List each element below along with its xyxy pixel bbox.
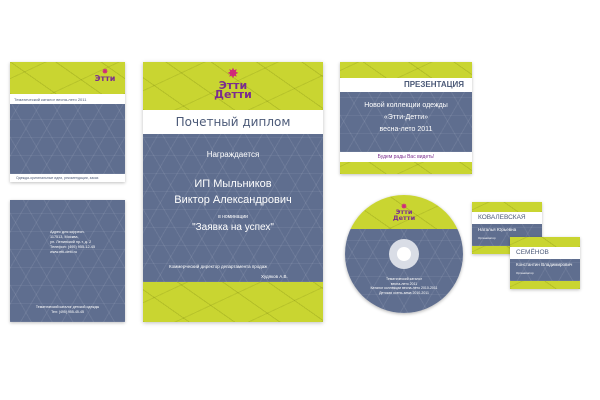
card1-surname-band: КОВАЛЕВСКАЯ <box>472 212 542 224</box>
diploma-name-2: Виктор Александрович <box>174 194 292 206</box>
presentation-card: ПРЕЗЕНТАЦИЯ Новой коллекции одежды «Этти… <box>340 62 472 174</box>
diploma-nomination-label: в номинации <box>218 214 248 220</box>
presentation-top <box>340 62 472 78</box>
catalog-subtitle: Тематический каталог весна-лето 2011 <box>14 97 87 102</box>
diploma-nomination: "Заявка на успех" <box>192 222 274 233</box>
catalog-back-address: Адрес для корресп. 117513, Москва, ул. Л… <box>50 230 95 255</box>
diploma-logo: ✸ Этти Детти <box>214 66 252 102</box>
presentation-footer: Будем рады Вас видеть! <box>377 154 435 160</box>
presentation-header-band: ПРЕЗЕНТАЦИЯ <box>340 78 472 92</box>
card1-top <box>472 202 542 212</box>
card1-role: Организатор <box>478 236 496 240</box>
card2-role: Организатор <box>516 271 534 275</box>
cd-logo: ✸ Этти Детти <box>392 202 416 223</box>
catalog-back: Адрес для корресп. 117513, Москва, ул. Л… <box>10 200 125 322</box>
card2-top <box>510 237 580 247</box>
diploma-awarded: Награждается <box>206 150 260 159</box>
diploma-name-1: ИП Мыльников <box>194 178 272 190</box>
diploma-logo-bottom: Детти <box>214 88 252 102</box>
card2-bottom <box>510 281 580 289</box>
diploma-body: Награждается ИП Мыльников Виктор Алексан… <box>143 134 323 282</box>
catalog-footer: Одежда-оригинальные идеи, рекомендации, … <box>16 176 99 180</box>
cd-hole <box>397 247 411 261</box>
cd-logo-bottom: Детти <box>392 214 416 223</box>
catalog-cover: ✸ Этти Тематический каталог весна-лето 20… <box>10 62 125 182</box>
presentation-header: ПРЕЗЕНТАЦИЯ <box>403 80 464 89</box>
diploma-signature-title: Коммерческий директор департамента прода… <box>169 264 268 269</box>
diploma-title: Почетный диплом <box>175 115 291 129</box>
business-card-2: СЕМЁНОВ Константин Владимирович Организа… <box>510 237 580 289</box>
card1-surname: КОВАЛЕВСКАЯ <box>478 214 526 221</box>
catalog-logo: ✸ Этти <box>94 67 116 84</box>
catalog-back-bottom-line2: Тел: (495) 955-45-45 <box>51 310 84 314</box>
card1-name: Наталья Юрьевна <box>478 227 517 232</box>
cd-line4: Детская осень-зима 2010-2011 <box>379 290 429 295</box>
cd-text: Тематический каталог весна-лето 2011 Кат… <box>359 277 449 295</box>
presentation-body: Новой коллекции одежды «Этти-Детти» весн… <box>340 92 472 152</box>
diploma-bottom <box>143 282 323 322</box>
card2-name: Константин Владимирович <box>516 262 573 267</box>
presentation-footer-band: Будем рады Вас видеть! <box>340 152 472 162</box>
presentation-line3: весна-лето 2011 <box>379 126 433 133</box>
cd-disc: ✸ Этти Детти Тематический каталог весна-… <box>345 195 463 313</box>
catalog-cover-body <box>10 104 125 174</box>
card2-body: Константин Владимирович Организатор <box>510 259 580 281</box>
address-line: www.etti-detti.ru <box>50 250 78 254</box>
diploma-signature-name: Худяков А.В. <box>261 274 288 279</box>
diploma: ✸ Этти Детти Почетный диплом Награждаетс… <box>143 62 323 322</box>
presentation-line2: «Этти-Детти» <box>383 114 429 121</box>
card2-surname-band: СЕМЁНОВ <box>510 247 580 259</box>
presentation-line1: Новой коллекции одежды <box>364 102 448 109</box>
catalog-cover-footer-band: Одежда-оригинальные идеи, рекомендации, … <box>10 174 125 182</box>
catalog-back-bottom: Тематический каталог детской одежды Тел:… <box>10 305 125 315</box>
presentation-bottom <box>340 162 472 174</box>
card2-surname: СЕМЁНОВ <box>516 249 549 256</box>
catalog-cover-band: Тематический каталог весна-лето 2011 <box>10 94 125 104</box>
diploma-title-band: Почетный диплом <box>143 110 323 134</box>
